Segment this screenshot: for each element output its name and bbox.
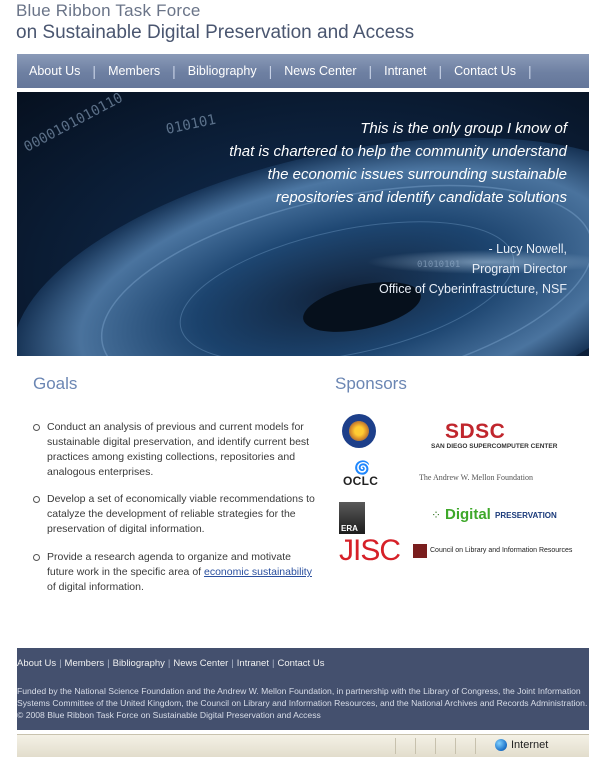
nav-news-center[interactable]: News Center [272,64,368,78]
era-logo-text: ERA [341,524,358,533]
bullet-icon [33,424,40,431]
status-cell [395,738,396,754]
footer-nav: About Us | Members | Bibliography | News Cente… [17,658,325,669]
browser-status-bar: Internet [17,734,589,757]
footer-link-news-center[interactable]: News Center [173,658,228,669]
hero-quote-line: the economic issues surrounding sustaina… [267,166,567,183]
hero-banner: 0000101010110 010101 01010101 This is th… [17,92,589,356]
footer-funding-line: Funded by the National Science Foundatio… [17,686,581,696]
digital-preservation-logo[interactable]: Digital [445,506,491,523]
digital-preservation-dots-icon: ⁘ [431,508,441,522]
site-footer: About Us | Members | Bibliography | News Cente… [17,648,589,730]
status-cell [475,738,476,754]
binary-text: 010101 [165,112,218,138]
site-title-line1: Blue Ribbon Task Force [16,1,201,20]
goal-text: Provide a research agenda to organize an… [47,550,315,595]
footer-link-about-us[interactable]: About Us [17,658,56,669]
hero-attribution-role: Program Director [471,262,567,276]
status-cell [435,738,436,754]
internet-globe-icon [495,739,507,751]
hero-quote-line: repositories and identify candidate solu… [275,189,567,206]
sdsc-logo[interactable]: SDSC [445,420,505,444]
goal-item: Develop a set of economically viable rec… [33,492,315,537]
nav-bibliography[interactable]: Bibliography [176,64,269,78]
goal-item: Conduct an analysis of previous and curr… [33,420,315,480]
hero-quote-line: that is chartered to help the community … [229,143,567,160]
goal-text-after: of digital information. [47,581,144,593]
goal-text: Conduct an analysis of previous and curr… [47,421,310,478]
goals-heading: Goals [33,374,78,393]
footer-copyright: © 2008 Blue Ribbon Task Force on Sustain… [17,710,321,720]
footer-funding-line: Systems Committee of the United Kingdom,… [17,698,588,708]
site-title-line2: on Sustainable Digital Preservation and … [16,22,415,43]
nav-separator: | [528,63,532,79]
nav-members[interactable]: Members [96,64,172,78]
hero-attribution-office: Office of Cyberinfrastructure, NSF [378,282,567,296]
hero-attribution-name: - Lucy Nowell, [488,242,568,256]
footer-link-contact-us[interactable]: Contact Us [277,658,324,669]
status-cell [455,738,456,754]
bullet-icon [33,496,40,503]
security-zone-label: Internet [511,739,549,751]
binary-text: 0000101010110 [21,92,125,156]
sdsc-logo-subtitle: SAN DIEGO SUPERCOMPUTER CENTER [431,443,558,450]
status-cell [415,738,416,754]
economic-sustainability-link[interactable]: economic sustainability [204,566,312,578]
main-content: Goals Conduct an analysis of previous an… [17,356,589,648]
clir-logo[interactable]: Council on Library and Information Resou… [430,547,572,554]
hero-quote-line: This is the only group I know of [360,120,567,137]
goal-item: Provide a research agenda to organize an… [33,550,315,595]
footer-link-bibliography[interactable]: Bibliography [113,658,165,669]
binary-text: 01010101 [417,260,460,270]
bullet-icon [33,554,40,561]
jisc-logo[interactable]: JISC [339,534,401,568]
nav-intranet[interactable]: Intranet [372,64,438,78]
mellon-foundation-logo[interactable]: The Andrew W. Mellon Foundation [419,473,533,482]
nav-about-us[interactable]: About Us [17,64,92,78]
sponsors-heading: Sponsors [335,374,407,393]
nav-contact-us[interactable]: Contact Us [442,64,528,78]
goal-text: Develop a set of economically viable rec… [47,493,315,535]
oclc-logo[interactable]: OCLC [343,474,378,488]
main-nav: About Us | Members | Bibliography | News Ce… [17,54,589,88]
site-header: Blue Ribbon Task Force on Sustainable Di… [0,0,594,52]
clir-logo-mark [413,544,427,558]
nsf-logo[interactable] [342,414,376,448]
footer-link-members[interactable]: Members [65,658,105,669]
digital-preservation-logo-suffix: PRESERVATION [495,511,557,520]
footer-link-intranet[interactable]: Intranet [237,658,269,669]
browser-page: Blue Ribbon Task Force on Sustainable Di… [0,0,594,760]
